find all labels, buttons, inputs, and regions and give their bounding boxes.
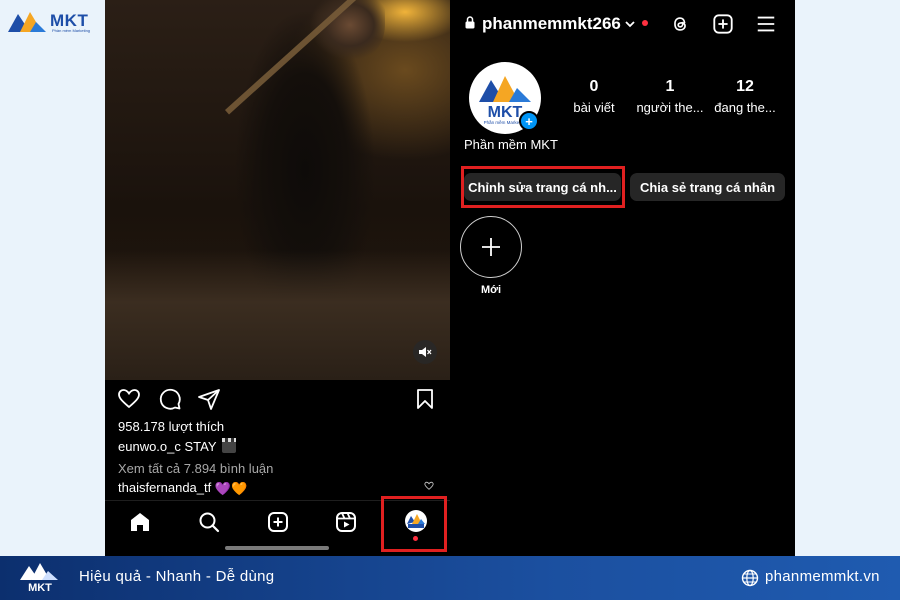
create-icon[interactable] (266, 510, 290, 534)
share-icon[interactable] (197, 387, 221, 411)
likes-count[interactable]: 958.178 lượt thích (118, 419, 224, 434)
profile-username[interactable]: phanmemmkt266 (482, 14, 621, 34)
home-icon[interactable] (128, 510, 152, 534)
reels-icon[interactable] (334, 510, 358, 534)
post-author[interactable]: eunwo.o_c (118, 439, 181, 454)
svg-text:MKT: MKT (488, 104, 523, 121)
post-caption: eunwo.o_c STAY (118, 438, 236, 454)
brand-slogan: Hiệu quả - Nhanh - Dễ dùng (79, 568, 275, 585)
new-highlight-label: Mới (480, 284, 502, 296)
svg-text:MKT: MKT (28, 582, 52, 594)
mute-button[interactable] (413, 340, 437, 364)
create-icon[interactable] (712, 13, 734, 35)
mkt-logo: MKT Phần mềm Marketing (6, 6, 106, 36)
video-car (105, 250, 450, 380)
profile-display-name: Phần mềm MKT (464, 137, 558, 152)
home-indicator (225, 546, 329, 550)
mkt-avatar-icon (407, 514, 425, 528)
share-profile-button[interactable]: Chia sẻ trang cá nhân (630, 173, 785, 201)
stat-posts-value: 0 (589, 78, 599, 95)
mkt-banner-logo-icon: MKT (20, 563, 58, 594)
mkt-logo-icon (8, 12, 46, 32)
menu-icon[interactable] (755, 13, 777, 35)
profile-screen: phanmemmkt266 MKT Phần mềm Marketing + P… (450, 0, 795, 556)
stat-following[interactable]: 12 đang the... (705, 78, 785, 115)
threads-icon[interactable] (669, 13, 691, 35)
bookmark-icon[interactable] (413, 387, 437, 411)
comment-user[interactable]: thaisfernanda_tf (118, 480, 211, 495)
comment-emoji: 💜🧡 (214, 481, 248, 496)
caption-text: STAY (184, 439, 217, 454)
account-notification-dot (642, 20, 648, 26)
stat-posts[interactable]: 0 bài viết (554, 78, 634, 115)
stat-followers-value: 1 (665, 78, 675, 95)
heart-icon[interactable] (117, 387, 141, 411)
profile-nav-highlight[interactable] (381, 496, 447, 552)
chevron-down-icon[interactable] (624, 19, 636, 29)
brand-website[interactable]: phanmemmkt.vn (765, 568, 880, 585)
mute-icon (419, 347, 432, 357)
brand-banner: MKT Hiệu quả - Nhanh - Dễ dùng phanmemmk… (0, 556, 900, 600)
stat-following-value: 12 (736, 78, 754, 95)
comment-like-icon[interactable] (424, 481, 434, 491)
profile-avatar[interactable] (405, 510, 427, 532)
stat-followers[interactable]: 1 người the... (630, 78, 710, 115)
plus-icon (482, 238, 500, 256)
add-story-plus-icon[interactable]: + (519, 111, 539, 131)
notification-dot (413, 536, 418, 541)
feed-screen: 958.178 lượt thích eunwo.o_c STAY Xem tấ… (105, 0, 450, 556)
profile-header: phanmemmkt266 (450, 0, 795, 50)
stat-posts-label: bài viết (573, 100, 615, 115)
edit-profile-highlight (461, 166, 625, 208)
post-actions (105, 385, 450, 413)
clapperboard-icon (221, 438, 236, 453)
view-comments-link[interactable]: Xem tất cả 7.894 bình luận (118, 461, 273, 476)
globe-icon (741, 569, 759, 587)
top-comment: thaisfernanda_tf 💜🧡 (118, 480, 448, 497)
comment-icon[interactable] (158, 387, 182, 411)
stat-following-label: đang the... (714, 100, 776, 115)
new-highlight-button[interactable] (460, 216, 522, 278)
logo-tagline: Phần mềm Marketing (52, 28, 91, 33)
post-video[interactable] (105, 0, 450, 380)
lock-icon (465, 16, 475, 29)
stat-followers-label: người the... (636, 100, 704, 115)
search-icon[interactable] (197, 510, 221, 534)
